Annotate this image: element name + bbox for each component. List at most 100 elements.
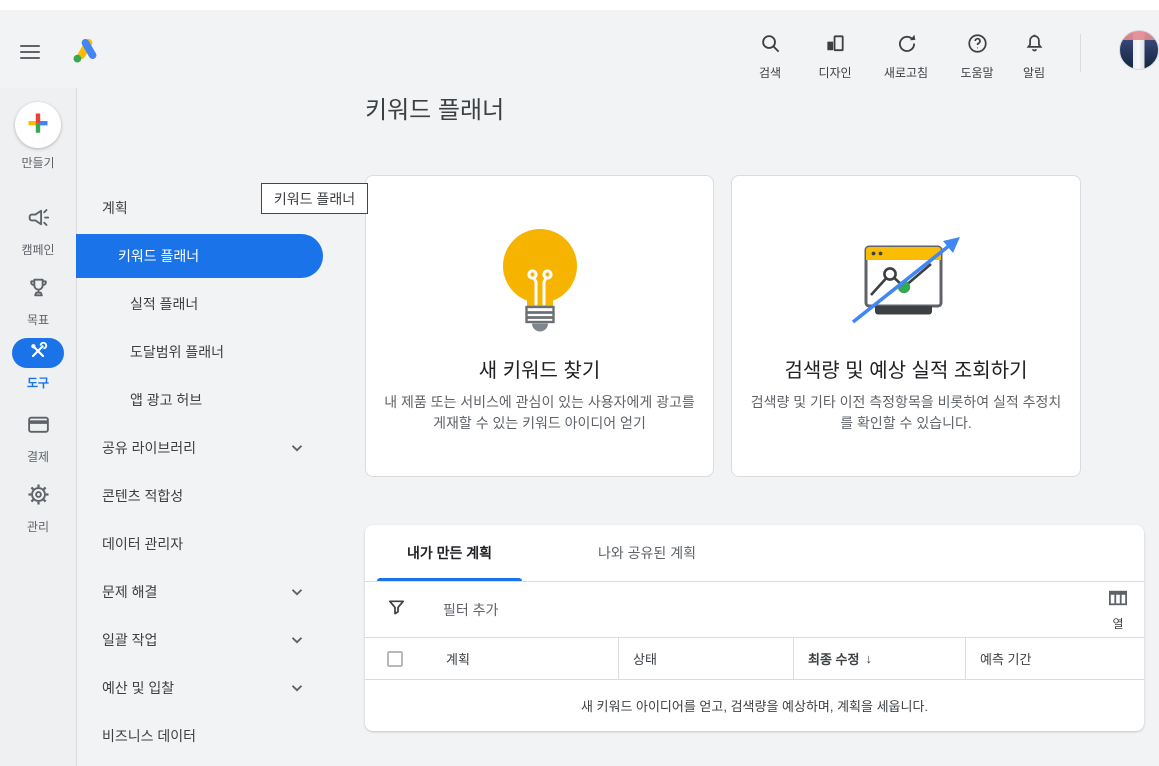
nav-section-bulk-actions[interactable]: 일괄 작업 [77, 616, 370, 664]
nav-label: 앱 광고 허브 [130, 392, 203, 408]
page-title: 키워드 플래너 [365, 97, 505, 124]
trophy-icon [26, 275, 51, 305]
card-title: 검색량 및 예상 실적 조회하기 [784, 360, 1028, 382]
nav-section-budgets-bidding[interactable]: 예산 및 입찰 [77, 664, 370, 712]
avatar[interactable] [1119, 30, 1159, 70]
column-header-label: 계획 [446, 652, 470, 667]
column-header-plan[interactable]: 계획 [365, 638, 618, 679]
rail-item-campaigns[interactable]: 캠페인 [0, 205, 76, 258]
design-button[interactable]: 디자인 [802, 28, 868, 81]
nav-item-performance-planner[interactable]: 실적 플래너 [77, 280, 370, 328]
filter-row: 필터 추가 열 [365, 582, 1144, 638]
column-header-last-modified[interactable]: 최종 수정 ↓ [793, 638, 965, 679]
top-strip [0, 0, 1159, 10]
tab-my-plans[interactable]: 내가 만든 계획 [377, 525, 522, 581]
nav-section-shared-library[interactable]: 공유 라이브러리 [77, 424, 370, 472]
refresh-button[interactable]: 새로고침 [868, 28, 944, 81]
megaphone-icon [26, 205, 51, 235]
chevron-down-icon [291, 684, 303, 692]
rail-item-tools[interactable]: 도구 [0, 338, 76, 391]
search-button[interactable]: 검색 [738, 28, 802, 81]
create-button[interactable] [15, 102, 61, 148]
design-icon [824, 32, 847, 60]
nav-section-troubleshooting[interactable]: 문제 해결 [77, 568, 370, 616]
nav-label: 일괄 작업 [102, 632, 158, 648]
header: 검색 디자인 새로고침 도움말 알림 [0, 10, 1159, 88]
card-title: 새 키워드 찾기 [478, 360, 601, 382]
search-icon [759, 32, 782, 60]
rail-label-campaigns: 캠페인 [21, 243, 55, 257]
rail-item-goals[interactable]: 목표 [0, 275, 76, 328]
rail-item-admin[interactable]: 관리 [0, 482, 76, 535]
lightbulb-icon [494, 226, 586, 336]
nav-label: 계획 [102, 200, 128, 216]
rail-item-billing[interactable]: 결제 [0, 412, 76, 465]
google-ads-app: 검색 디자인 새로고침 도움말 알림 만들기 캠페인 목표 도구 결제 관리 계… [0, 0, 1159, 766]
column-header-label: 상태 [633, 652, 657, 667]
filter-icon [387, 598, 406, 622]
sort-descending-icon: ↓ [865, 651, 872, 666]
nav-label: 문제 해결 [102, 584, 158, 600]
plans-panel: 내가 만든 계획 나와 공유된 계획 필터 추가 열 계획 상태 최종 수정 ↓… [365, 525, 1144, 731]
tools-pill[interactable] [12, 338, 64, 368]
nav-label: 키워드 플래너 [118, 248, 200, 264]
rail-label-create: 만들기 [21, 156, 55, 170]
active-tab-indicator [377, 578, 522, 581]
add-filter-button[interactable]: 필터 추가 [365, 598, 498, 622]
gear-icon [26, 482, 51, 512]
column-header-status[interactable]: 상태 [618, 638, 793, 679]
card-search-volume-forecasts[interactable]: 검색량 및 예상 실적 조회하기 검색량 및 기타 이전 측정항목을 비롯하여 … [731, 175, 1081, 477]
icon-rail: 만들기 캠페인 목표 도구 결제 관리 [0, 88, 76, 766]
rail-label-tools: 도구 [26, 376, 50, 390]
columns-icon [1108, 589, 1128, 612]
nav-item-business-data[interactable]: 비즈니스 데이터 [77, 712, 370, 760]
nav-label: 콘텐츠 적합성 [102, 488, 184, 504]
help-button[interactable]: 도움말 [944, 28, 1010, 81]
column-header-forecast-period[interactable]: 예측 기간 [965, 638, 1144, 679]
design-label: 디자인 [818, 66, 852, 80]
columns-label: 열 [1112, 617, 1124, 631]
empty-state-message: 새 키워드 아이디어를 얻고, 검색량을 예상하며, 계획을 세웁니다. [580, 698, 929, 714]
refresh-label: 새로고침 [883, 66, 929, 80]
notifications-icon [1023, 32, 1046, 60]
header-actions: 검색 디자인 새로고침 도움말 알림 [738, 28, 1159, 81]
card-description: 내 제품 또는 서비스에 관심이 있는 사용자에게 광고를 게재할 수 있는 키… [384, 394, 695, 431]
nav-label: 실적 플래너 [130, 296, 199, 312]
filter-label: 필터 추가 [443, 601, 499, 618]
tooltip-text: 키워드 플래너 [273, 190, 356, 207]
nav-label: 도달범위 플래너 [130, 344, 225, 360]
tooltip-keyword-planner: 키워드 플래너 [261, 183, 368, 214]
chevron-down-icon [291, 636, 303, 644]
rail-label-billing: 결제 [26, 450, 50, 464]
nav-item-data-manager[interactable]: 데이터 관리자 [77, 520, 370, 568]
rail-label-goals: 목표 [26, 313, 50, 327]
chevron-down-icon [291, 588, 303, 596]
column-header-label: 최종 수정 [808, 652, 860, 667]
table-header-row: 계획 상태 최종 수정 ↓ 예측 기간 [365, 638, 1144, 680]
hamburger-menu-icon[interactable] [20, 40, 44, 64]
chevron-down-icon [291, 444, 303, 452]
refresh-icon [895, 32, 918, 60]
nav-label: 데이터 관리자 [102, 536, 184, 552]
nav-item-reach-planner[interactable]: 도달범위 플래너 [77, 328, 370, 376]
card-description: 검색량 및 기타 이전 측정항목을 비롯하여 실적 추정치를 확인할 수 있습니… [750, 394, 1062, 431]
card-discover-keywords[interactable]: 새 키워드 찾기 내 제품 또는 서비스에 관심이 있는 사용자에게 광고를 게… [365, 175, 714, 477]
search-label: 검색 [758, 66, 782, 80]
notifications-label: 알림 [1022, 66, 1046, 80]
nav-item-keyword-planner[interactable]: 키워드 플래너 [76, 234, 323, 278]
help-icon [966, 32, 989, 60]
notifications-button[interactable]: 알림 [1010, 28, 1058, 81]
rail-item-create[interactable]: 만들기 [0, 102, 76, 171]
nav-item-app-ads-hub[interactable]: 앱 광고 허브 [77, 376, 370, 424]
columns-button[interactable]: 열 [1108, 589, 1128, 632]
select-all-checkbox[interactable] [387, 650, 403, 667]
rail-label-admin: 관리 [26, 520, 50, 534]
tab-label: 나와 공유된 계획 [598, 545, 696, 561]
nav-label: 공유 라이브러리 [102, 440, 197, 456]
tab-shared-plans[interactable]: 나와 공유된 계획 [554, 525, 740, 581]
nav-label: 비즈니스 데이터 [102, 728, 197, 744]
forecast-chart-icon [845, 226, 967, 336]
nav-item-content-suitability[interactable]: 콘텐츠 적합성 [77, 472, 370, 520]
google-ads-logo[interactable] [68, 34, 102, 68]
help-label: 도움말 [960, 66, 994, 80]
